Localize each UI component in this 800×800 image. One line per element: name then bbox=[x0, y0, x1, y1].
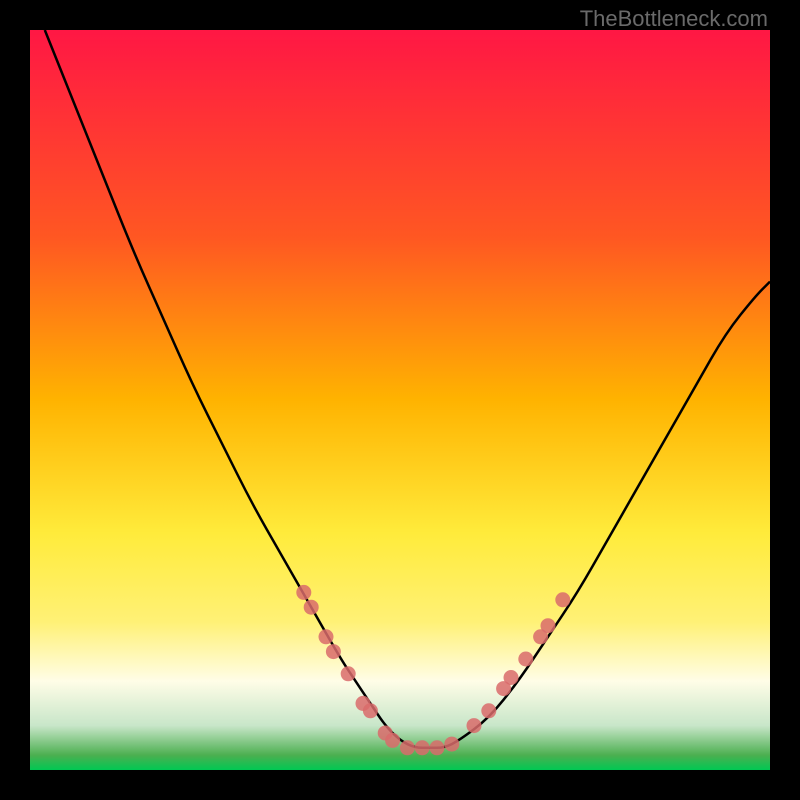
chart-marker bbox=[363, 703, 378, 718]
chart-marker bbox=[444, 737, 459, 752]
chart-svg bbox=[30, 30, 770, 770]
chart-marker bbox=[385, 733, 400, 748]
chart-background bbox=[30, 30, 770, 770]
chart-marker bbox=[415, 740, 430, 755]
chart-marker bbox=[400, 740, 415, 755]
chart-plot-area bbox=[30, 30, 770, 770]
chart-marker bbox=[467, 718, 482, 733]
chart-marker bbox=[555, 592, 570, 607]
chart-marker bbox=[481, 703, 496, 718]
chart-marker bbox=[518, 652, 533, 667]
watermark-text: TheBottleneck.com bbox=[580, 6, 768, 32]
chart-marker bbox=[304, 600, 319, 615]
chart-marker bbox=[326, 644, 341, 659]
chart-marker bbox=[430, 740, 445, 755]
chart-marker bbox=[296, 585, 311, 600]
chart-marker bbox=[504, 670, 519, 685]
chart-marker bbox=[319, 629, 334, 644]
chart-marker bbox=[341, 666, 356, 681]
chart-marker bbox=[541, 618, 556, 633]
